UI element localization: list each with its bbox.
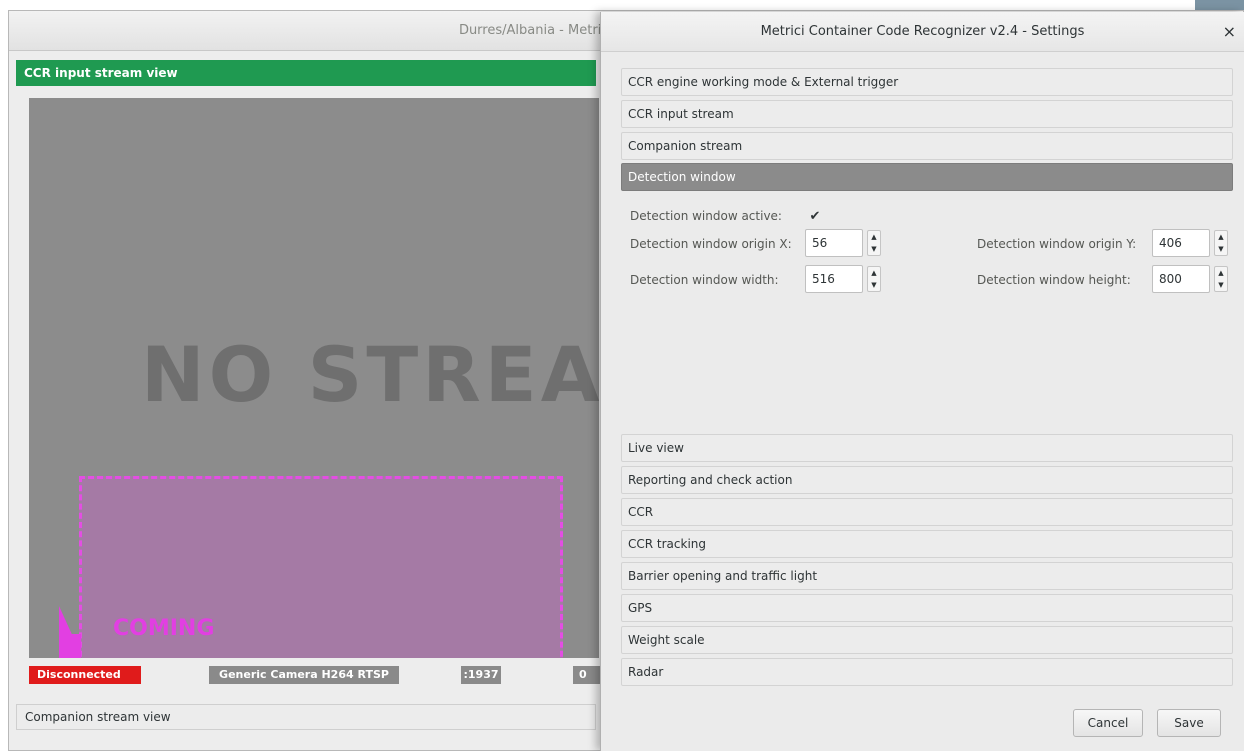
no-stream-text: NO STREAM [141, 330, 599, 419]
width-stepper[interactable]: 516 ▲ ▼ [805, 265, 889, 293]
origin-y-stepper[interactable]: 406 ▲ ▼ [1152, 229, 1236, 257]
spin-arrows-icon[interactable]: ▲ ▼ [1214, 230, 1228, 256]
section-gps[interactable]: GPS [621, 594, 1233, 622]
section-ccr-engine[interactable]: CCR engine working mode & External trigg… [621, 68, 1233, 96]
section-companion-stream[interactable]: Companion stream [621, 132, 1233, 160]
spin-arrows-icon[interactable]: ▲ ▼ [867, 266, 881, 292]
section-reporting[interactable]: Reporting and check action [621, 466, 1233, 494]
cancel-button[interactable]: Cancel [1073, 709, 1143, 737]
section-ccr[interactable]: CCR [621, 498, 1233, 526]
settings-dialog-title: Metrici Container Code Recognizer v2.4 -… [760, 24, 1085, 39]
camera-type-badge: Generic Camera H264 RTSP [209, 666, 399, 684]
connection-status-badge: Disconnected [29, 666, 141, 684]
origin-y-label: Detection window origin Y: [977, 237, 1137, 251]
stream-status-row: Disconnected Generic Camera H264 RTSP :1… [29, 666, 603, 686]
origin-x-stepper[interactable]: 56 ▲ ▼ [805, 229, 889, 257]
origin-y-input[interactable]: 406 [1152, 229, 1210, 257]
spin-arrows-icon[interactable]: ▲ ▼ [867, 230, 881, 256]
coming-label: COMING [113, 616, 215, 641]
input-stream-header[interactable]: CCR input stream view [16, 60, 596, 86]
settings-dialog: Metrici Container Code Recognizer v2.4 -… [600, 12, 1244, 751]
direction-arrow-stem [59, 634, 81, 658]
section-detection-window[interactable]: Detection window [621, 163, 1233, 191]
section-ccr-input-stream[interactable]: CCR input stream [621, 100, 1233, 128]
section-weight-scale[interactable]: Weight scale [621, 626, 1233, 654]
origin-x-input[interactable]: 56 [805, 229, 863, 257]
detection-active-checkbox[interactable]: ✔ [808, 210, 822, 224]
settings-dialog-titlebar: Metrici Container Code Recognizer v2.4 -… [601, 12, 1244, 52]
detection-active-label: Detection window active: [630, 209, 782, 223]
port-badge: :1937 [461, 666, 501, 684]
section-radar[interactable]: Radar [621, 658, 1233, 686]
section-live-view[interactable]: Live view [621, 434, 1233, 462]
spin-arrows-icon[interactable]: ▲ ▼ [1214, 266, 1228, 292]
height-label: Detection window height: [977, 273, 1131, 287]
origin-x-label: Detection window origin X: [630, 237, 792, 251]
width-input[interactable]: 516 [805, 265, 863, 293]
width-label: Detection window width: [630, 273, 779, 287]
companion-stream-header[interactable]: Companion stream view [16, 704, 596, 730]
save-button[interactable]: Save [1157, 709, 1221, 737]
height-stepper[interactable]: 800 ▲ ▼ [1152, 265, 1236, 293]
section-barrier[interactable]: Barrier opening and traffic light [621, 562, 1233, 590]
height-input[interactable]: 800 [1152, 265, 1210, 293]
section-ccr-tracking[interactable]: CCR tracking [621, 530, 1233, 558]
input-stream-view: NO STREAM COMING [29, 98, 599, 658]
extra-status-badge: 0 [573, 666, 603, 684]
close-icon[interactable]: × [1223, 12, 1236, 52]
